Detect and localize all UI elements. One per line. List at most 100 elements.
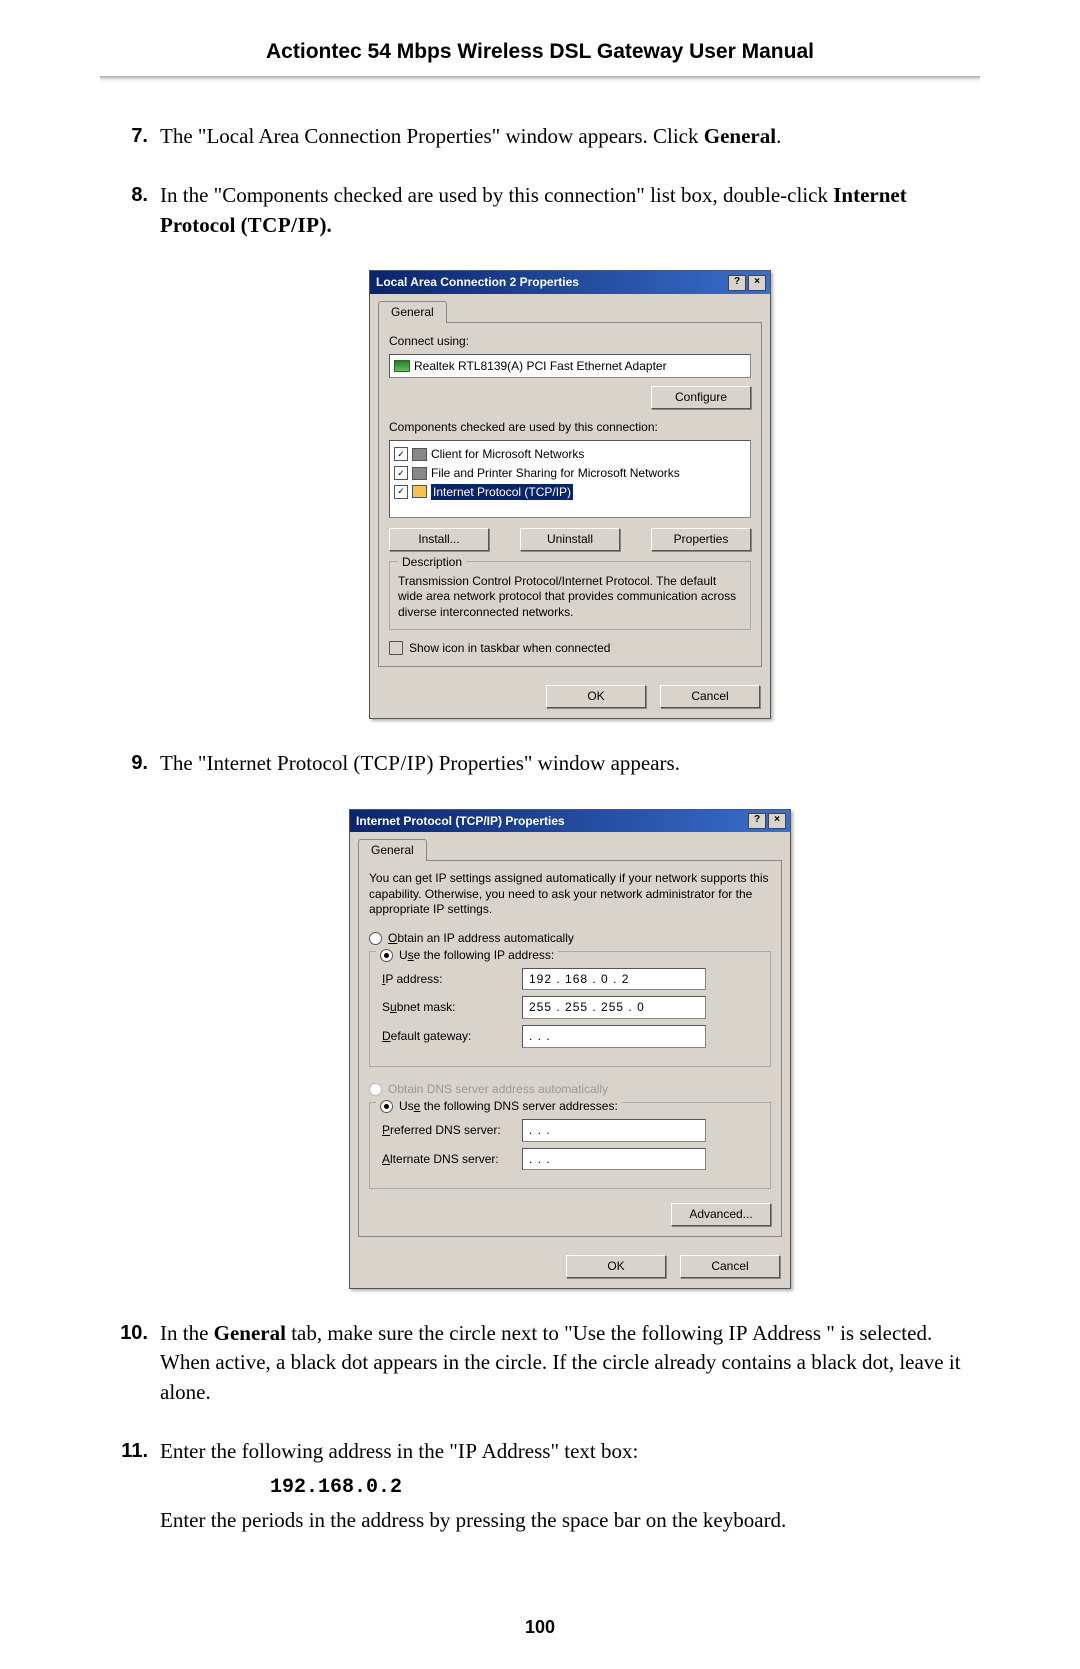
help-icon[interactable]: ? <box>728 275 746 291</box>
page: Actiontec 54 Mbps Wireless DSL Gateway U… <box>100 0 980 1650</box>
step-number: 9. <box>100 749 160 778</box>
description-group: Description Transmission Control Protoco… <box>389 561 751 630</box>
text-bold: General <box>704 124 776 148</box>
properties-button[interactable]: Properties <box>651 528 751 551</box>
component-icon <box>412 448 427 461</box>
text: . <box>776 124 781 148</box>
ok-button[interactable]: OK <box>566 1255 666 1278</box>
uninstall-button[interactable]: Uninstall <box>520 528 620 551</box>
titlebar: Internet Protocol (TCP/IP) Properties ? … <box>350 810 790 833</box>
steps-list: 7. The "Local Area Connection Properties… <box>100 122 980 1535</box>
ip-address-field[interactable]: 192 . 168 . 0 . 2 <box>522 968 706 991</box>
cancel-button[interactable]: Cancel <box>680 1255 780 1278</box>
text: ) Properties" window appears. <box>426 751 680 775</box>
radio-label: Obtain DNS server address automatically <box>388 1082 608 1096</box>
radio-label: Obtain an IP address automatically <box>388 931 574 945</box>
list-item[interactable]: ✓ File and Printer Sharing for Microsoft… <box>394 464 746 483</box>
pref-dns-field[interactable]: . . . <box>522 1119 706 1142</box>
components-listbox[interactable]: ✓ Client for Microsoft Networks ✓ File a… <box>389 440 751 518</box>
connect-using-label: Connect using: <box>389 333 751 350</box>
panel: Connect using: Realtek RTL8139(A) PCI Fa… <box>378 322 762 668</box>
tab-general[interactable]: General <box>378 301 447 323</box>
step-9: 9. The "Internet Protocol (TCP/IP) Prope… <box>100 749 980 778</box>
text-smallcaps: TCP/IP <box>360 751 426 775</box>
text-bold: General <box>214 1321 286 1345</box>
radio-icon <box>369 1083 382 1096</box>
tab-general[interactable]: General <box>358 839 427 861</box>
nic-icon <box>394 360 410 372</box>
cancel-button[interactable]: Cancel <box>660 685 760 708</box>
radio-obtain-ip-auto[interactable]: Obtain an IP address automatically <box>369 930 771 947</box>
text: Address" text box: <box>478 1439 639 1463</box>
checkbox-icon[interactable]: ✓ <box>394 466 408 480</box>
subnet-field[interactable]: 255 . 255 . 255 . 0 <box>522 996 706 1019</box>
dialog-tcpip-properties: Internet Protocol (TCP/IP) Properties ? … <box>349 809 791 1290</box>
page-header-title: Actiontec 54 Mbps Wireless DSL Gateway U… <box>100 40 980 64</box>
pref-dns-label: Preferred DNS server: <box>382 1122 522 1139</box>
text: The "Local Area Connection Properties" w… <box>160 124 704 148</box>
subnet-label: Subnet mask: <box>382 999 522 1016</box>
alt-dns-field[interactable]: . . . <box>522 1148 706 1171</box>
show-icon-row[interactable]: Show icon in taskbar when connected <box>389 640 751 657</box>
description-text: Transmission Control Protocol/Internet P… <box>398 574 742 621</box>
tab-row: General <box>370 294 770 322</box>
ip-address-value: 192.168.0.2 <box>270 1476 402 1499</box>
window-controls: ? × <box>748 813 786 829</box>
radio-icon[interactable] <box>380 949 393 962</box>
list-item-label: Client for Microsoft Networks <box>431 446 584 463</box>
subnet-row: Subnet mask: 255 . 255 . 255 . 0 <box>382 996 758 1019</box>
text: Enter the periods in the address by pres… <box>160 1508 786 1532</box>
radio-label: Use the following IP address: <box>399 948 554 962</box>
text: In the "Components checked are used by t… <box>160 183 833 207</box>
dialog-local-area-connection: Local Area Connection 2 Properties ? × G… <box>369 270 771 719</box>
install-button[interactable]: Install... <box>389 528 489 551</box>
gateway-label: Default gateway: <box>382 1028 522 1045</box>
text: Enter the following address in the " <box>160 1439 458 1463</box>
ip-address-row: IP address: 192 . 168 . 0 . 2 <box>382 968 758 991</box>
list-item[interactable]: ✓ Internet Protocol (TCP/IP) <box>394 483 746 502</box>
checkbox-icon[interactable]: ✓ <box>394 485 408 499</box>
radio-icon[interactable] <box>380 1100 393 1113</box>
dialog-buttons: OK Cancel <box>350 1245 790 1288</box>
step-number: 8. <box>100 181 160 240</box>
window-title: Local Area Connection 2 Properties <box>376 274 579 291</box>
checkbox-icon[interactable] <box>389 641 403 655</box>
pref-dns-row: Preferred DNS server: . . . <box>382 1119 758 1142</box>
text: tab, make sure the circle next to "Use t… <box>286 1321 728 1345</box>
component-icon <box>412 485 427 498</box>
ok-button[interactable]: OK <box>546 685 646 708</box>
gateway-row: Default gateway: . . . <box>382 1025 758 1048</box>
show-icon-label: Show icon in taskbar when connected <box>409 640 610 657</box>
text-bold: ). <box>320 213 332 237</box>
list-item-label-selected: Internet Protocol (TCP/IP) <box>431 484 573 501</box>
close-icon[interactable]: × <box>748 275 766 291</box>
radio-obtain-dns-auto: Obtain DNS server address automatically <box>369 1081 771 1098</box>
component-icon <box>412 467 427 480</box>
step-8: 8. In the "Components checked are used b… <box>100 181 980 240</box>
list-item[interactable]: ✓ Client for Microsoft Networks <box>394 445 746 464</box>
list-item-label: File and Printer Sharing for Microsoft N… <box>431 465 680 482</box>
alt-dns-row: Alternate DNS server: . . . <box>382 1148 758 1171</box>
close-icon[interactable]: × <box>768 813 786 829</box>
advanced-button[interactable]: Advanced... <box>671 1203 771 1226</box>
step-7: 7. The "Local Area Connection Properties… <box>100 122 980 151</box>
components-label: Components checked are used by this conn… <box>389 419 751 436</box>
radio-use-dns[interactable]: Use the following DNS server addresses: <box>376 1098 622 1115</box>
configure-button[interactable]: Configure <box>651 386 751 409</box>
page-number: 100 <box>100 1617 980 1638</box>
radio-icon[interactable] <box>369 932 382 945</box>
step-body: In the General tab, make sure the circle… <box>160 1319 980 1407</box>
radio-use-ip[interactable]: Use the following IP address: <box>376 947 558 964</box>
text-smallcaps: TCP/IP <box>248 213 320 237</box>
window-controls: ? × <box>728 275 766 291</box>
step-10: 10. In the General tab, make sure the ci… <box>100 1319 980 1407</box>
tab-row: General <box>350 832 790 860</box>
step-11: 11. Enter the following address in the "… <box>100 1437 980 1535</box>
help-icon[interactable]: ? <box>748 813 766 829</box>
panel: You can get IP settings assigned automat… <box>358 860 782 1237</box>
dns-fieldset: Use the following DNS server addresses: … <box>369 1102 771 1190</box>
alt-dns-label: Alternate DNS server: <box>382 1151 522 1168</box>
adapter-field[interactable]: Realtek RTL8139(A) PCI Fast Ethernet Ada… <box>389 354 751 379</box>
gateway-field[interactable]: . . . <box>522 1025 706 1048</box>
checkbox-icon[interactable]: ✓ <box>394 447 408 461</box>
